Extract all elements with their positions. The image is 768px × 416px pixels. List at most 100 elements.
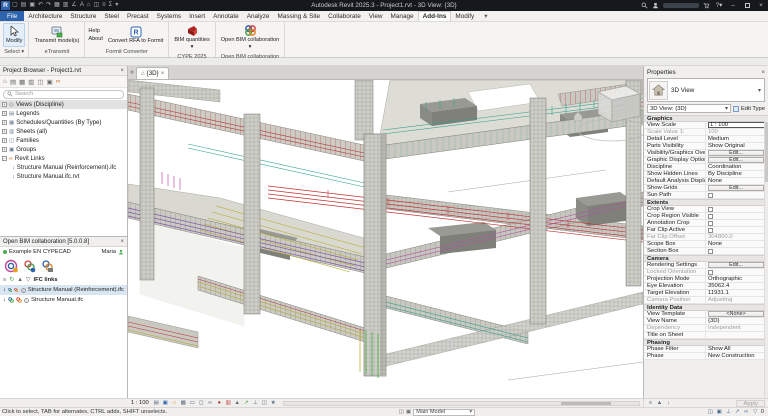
prop-scope-box[interactable]: Scope BoxNone <box>644 241 768 248</box>
schedules-icon[interactable]: ▥ <box>28 78 34 86</box>
close-icon[interactable]: × <box>120 68 124 74</box>
design-option-select[interactable]: Main Model ▾ <box>413 409 475 416</box>
prop-sun-path[interactable]: Sun Path <box>644 192 768 199</box>
view-tab-3d[interactable]: ⌂ {3D} × <box>136 67 169 79</box>
qat-redo-icon[interactable]: ↷ <box>46 1 51 10</box>
qat-save-icon[interactable]: ▤ <box>21 1 27 10</box>
view-template-button[interactable]: <None> <box>708 311 764 317</box>
prop-view-template[interactable]: View Template<None> <box>644 311 768 318</box>
help-button[interactable]: Help <box>88 28 103 34</box>
qat-thin-lines-icon[interactable]: ≡ <box>102 1 106 10</box>
worksharing-display-icon[interactable]: ◫ <box>261 400 268 407</box>
tab-structure[interactable]: Structure <box>66 11 100 21</box>
section-extents[interactable]: Extents <box>644 199 768 206</box>
prop-crop-view[interactable]: Crop View <box>644 206 768 213</box>
prop-view-scale[interactable]: View Scale1 : 100 <box>644 122 768 129</box>
tab-insert[interactable]: Insert <box>185 11 209 21</box>
prop-eye-elevation[interactable]: Eye Elevation35062.4 <box>644 283 768 290</box>
prop-view-name[interactable]: View Name{3D} <box>644 318 768 325</box>
sort-default-icon[interactable]: ≡ <box>647 400 654 407</box>
qat-sync-icon[interactable]: ▣ <box>29 1 35 10</box>
select-underlay-icon[interactable]: ▣ <box>716 409 723 415</box>
section-camera[interactable]: Camera <box>644 255 768 262</box>
modify-button[interactable]: Modify <box>3 23 25 47</box>
edit-button[interactable]: Edit... <box>708 150 764 156</box>
tree-item-legends[interactable]: +▤Legends <box>0 109 127 118</box>
help-menu[interactable]: ?▾ <box>714 0 724 11</box>
views-filter-icon[interactable]: ▤ <box>10 78 16 86</box>
download-icon[interactable]: ↓ <box>3 287 6 293</box>
section-graphics[interactable]: Graphics <box>644 115 768 122</box>
tree-item-revit-links[interactable]: −∞Revit Links <box>0 154 127 163</box>
3d-model-view[interactable] <box>128 80 643 397</box>
tab-precast[interactable]: Precast <box>123 11 153 21</box>
edit-type-button[interactable]: Edit Type <box>733 106 765 112</box>
select-by-face-icon[interactable]: ↗ <box>734 409 741 415</box>
prop-title-on-sheet[interactable]: Title on Sheet <box>644 332 768 339</box>
bim-quantities-button[interactable]: BIM quantities ▾ <box>172 23 211 52</box>
displacement-icon[interactable]: ↗ <box>243 400 250 407</box>
show-crop-region-icon[interactable]: ◻ <box>198 400 205 407</box>
tab-collaborate[interactable]: Collaborate <box>324 11 365 21</box>
qat-open-icon[interactable]: ▢ <box>12 1 18 10</box>
detail-level-icon[interactable]: ▤ <box>153 400 160 407</box>
analytical-model-icon[interactable]: ▲ <box>234 400 241 407</box>
prop-discipline[interactable]: DisciplineCoordination <box>644 164 768 171</box>
about-button[interactable]: About <box>88 36 103 42</box>
tree-item-schedules[interactable]: +▦Schedules/Quantities (By Type) <box>0 118 127 127</box>
view-selector[interactable]: 3D View: {3D} ▾ <box>647 104 731 113</box>
prop-crop-region-visible[interactable]: Crop Region Visible <box>644 213 768 220</box>
edit-button[interactable]: Edit... <box>708 262 764 268</box>
minimize-button[interactable]: – <box>728 0 738 11</box>
prop-vg-overrides[interactable]: Visibility/Graphics Overri...Edit... <box>644 150 768 157</box>
tree-item-link-1[interactable]: ↓Structure Manual (Reinforcement).ifc <box>0 163 127 172</box>
obc-app-share-icon[interactable] <box>22 259 36 273</box>
prop-section-box[interactable]: Section Box <box>644 248 768 255</box>
tab-architecture[interactable]: Architecture <box>24 11 66 21</box>
model-canvas[interactable] <box>128 80 643 398</box>
quick-access-toolbar[interactable]: ▢ ▤ ▣ ↶ ↷ ▦ ▥ ∠ A ⌂ ◫ ≡ Σ ▾ <box>12 1 118 10</box>
checkbox[interactable] <box>708 228 713 233</box>
refresh-icon[interactable]: ↻ <box>9 277 14 283</box>
qat-print-icon[interactable]: ▦ <box>54 1 60 10</box>
qat-measure-icon[interactable]: ▥ <box>63 1 69 10</box>
obc-app-update-icon[interactable] <box>4 259 18 273</box>
temporary-view-properties-icon[interactable]: ▥ <box>225 400 232 407</box>
section-phasing[interactable]: Phasing <box>644 339 768 346</box>
section-identity-data[interactable]: Identity Data <box>644 304 768 311</box>
visual-style-icon[interactable]: ▣ <box>162 400 169 407</box>
horizontal-scrollbar[interactable] <box>283 401 640 406</box>
type-selector[interactable]: 3D View ▾ <box>647 78 765 102</box>
transmit-models-button[interactable]: Transmit model(s) <box>32 24 81 46</box>
sun-path-icon[interactable]: ☼ <box>171 400 178 407</box>
tree-item-sheets[interactable]: +▥Sheets (all) <box>0 127 127 136</box>
tab-view[interactable]: View <box>365 11 387 21</box>
properties-scrollbar[interactable] <box>764 120 768 398</box>
prop-projection-mode[interactable]: Projection ModeOrthographic <box>644 276 768 283</box>
prop-target-elevation[interactable]: Target Elevation11931.1 <box>644 290 768 297</box>
edit-button[interactable]: Edit... <box>708 185 764 191</box>
checkbox[interactable] <box>708 193 713 198</box>
obc-link-row-2[interactable]: ↓ i Structure Manual.ifc <box>0 295 127 305</box>
tab-manage[interactable]: Manage <box>387 11 418 21</box>
worksets-icon[interactable]: ◫ <box>399 409 404 415</box>
reveal-constraints-icon[interactable]: ⊥ <box>252 400 259 407</box>
upload-icon[interactable]: ▲ <box>17 277 23 283</box>
tree-item-groups[interactable]: +▣Groups <box>0 145 127 154</box>
prop-annotation-crop[interactable]: Annotation Crop <box>644 220 768 227</box>
tab-massing-site[interactable]: Massing & Site <box>273 11 324 21</box>
obc-link-row-1[interactable]: ↓ i Structure Manual (Reinforcement).ifc <box>0 285 127 295</box>
checkbox[interactable] <box>708 207 713 212</box>
sheets-icon[interactable]: ▦ <box>19 78 25 86</box>
close-button[interactable]: × <box>756 0 766 11</box>
tree-item-families[interactable]: +◫Families <box>0 136 127 145</box>
tab-annotate[interactable]: Annotate <box>209 11 243 21</box>
search-icon[interactable] <box>641 2 648 9</box>
prop-parts-visibility[interactable]: Parts VisibilityShow Original <box>644 143 768 150</box>
sort-desc-icon[interactable]: ↓ <box>665 400 672 407</box>
tab-modify[interactable]: Modify <box>451 11 478 21</box>
collapse-tabs-icon[interactable]: « <box>130 69 134 76</box>
obc-app-export-icon[interactable] <box>40 259 54 273</box>
drag-on-selection-icon[interactable]: ∞ <box>743 409 750 415</box>
download-icon[interactable]: ↓ <box>3 297 6 303</box>
